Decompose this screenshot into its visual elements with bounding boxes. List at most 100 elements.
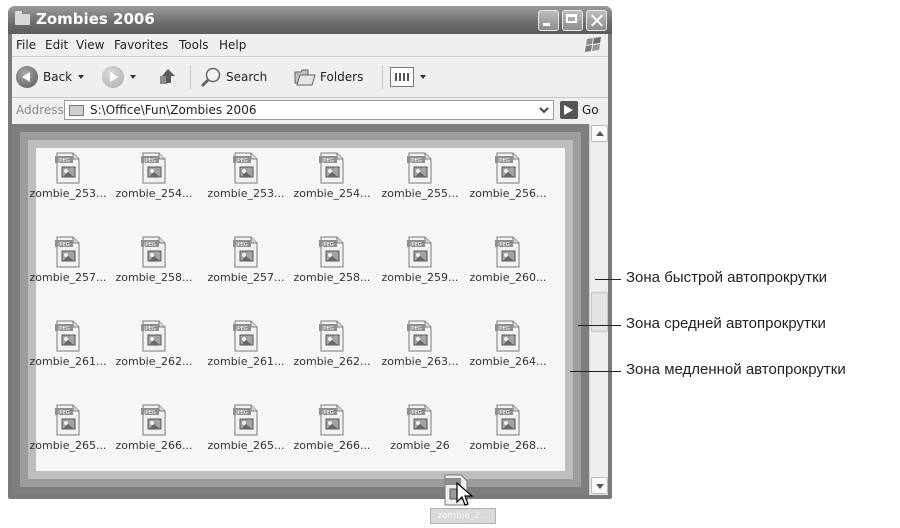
scroll-up-button[interactable] [591,125,608,142]
jpeg-file-icon: JPEG [495,152,520,184]
back-button[interactable]: Back [16,64,85,90]
autoscroll-zone-fast[interactable]: JPEG zombie_253... JPEG zombie_254... JPEG zo… [12,124,589,495]
file-name: zombie_254... [293,187,371,200]
jpeg-file-icon: JPEG [407,152,432,184]
maximize-button[interactable] [562,10,583,31]
svg-text:JPEG: JPEG [143,410,156,416]
file-item[interactable]: JPEG zombie_262... [108,320,200,374]
file-item[interactable]: JPEG zombie_268... [462,404,554,458]
file-item[interactable]: JPEG zombie_265... [22,404,114,458]
file-item[interactable]: JPEG zombie_257... [22,236,114,290]
file-item[interactable]: JPEG zombie_266... [108,404,200,458]
menu-edit[interactable]: Edit [45,38,68,52]
menu-file[interactable]: File [16,38,36,52]
file-item[interactable]: JPEG zombie_264... [462,320,554,374]
jpeg-file-icon: JPEG [55,236,80,268]
file-item[interactable]: JPEG zombie_266... [286,404,378,458]
file-item[interactable]: JPEG zombie_253... [22,152,114,206]
folders-label: Folders [320,70,364,84]
file-item[interactable]: JPEG zombie_254... [108,152,200,206]
go-arrow-icon[interactable] [560,101,578,119]
callout-medium-zone: Зона средней автопрокрутки [626,315,826,332]
jpeg-file-icon: JPEG [233,404,258,436]
svg-text:JPEG: JPEG [497,242,510,248]
file-item[interactable]: JPEG zombie_255... [374,152,466,206]
file-name: zombie_261... [207,355,285,368]
svg-text:JPEG: JPEG [143,326,156,332]
window-title: Zombies 2006 [36,10,155,28]
file-name: zombie_26 [390,439,450,452]
folders-icon [294,69,316,86]
callout-line-fast [595,279,621,280]
search-button[interactable]: Search [200,64,267,90]
file-name: zombie_261... [29,355,107,368]
menu-favorites[interactable]: Favorites [114,38,168,52]
close-button[interactable] [586,10,607,31]
svg-text:JPEG: JPEG [235,158,248,164]
views-button[interactable] [390,64,426,90]
jpeg-file-icon: JPEG [233,320,258,352]
file-name: zombie_255... [381,187,459,200]
forward-button[interactable] [102,64,136,90]
jpeg-file-icon: JPEG [319,152,344,184]
folder-icon [69,105,84,116]
menu-view[interactable]: View [76,38,104,52]
file-item[interactable]: JPEG zombie_261... [22,320,114,374]
file-name: zombie_257... [29,271,107,284]
file-item[interactable]: JPEG zombie_259... [374,236,466,290]
file-item[interactable]: JPEG zombie_263... [374,320,466,374]
go-button[interactable]: Go [582,103,599,117]
scroll-thumb[interactable] [591,292,608,332]
file-item[interactable]: JPEG zombie_262... [286,320,378,374]
chevron-down-icon[interactable] [537,103,551,117]
jpeg-file-icon: JPEG [55,404,80,436]
file-name: zombie_262... [115,355,193,368]
jpeg-file-icon: JPEG [495,236,520,268]
menu-help[interactable]: Help [219,38,246,52]
file-item[interactable]: JPEG zombie_260... [462,236,554,290]
address-input[interactable]: S:\Office\Fun\Zombies 2006 [64,100,554,120]
callout-slow-zone: Зона медленной автопрокрутки [626,361,846,378]
file-name: zombie_260... [469,271,547,284]
jpeg-file-icon: JPEG [407,236,432,268]
file-name: zombie_262... [293,355,371,368]
file-name: zombie_266... [293,439,371,452]
search-icon [200,67,221,88]
minimize-button[interactable] [538,10,559,31]
svg-text:JPEG: JPEG [321,242,334,248]
file-icon-view[interactable]: JPEG zombie_253... JPEG zombie_254... JPEG zo… [29,148,565,471]
window-body: File Edit View Favorites Tools Help Back [12,34,608,495]
file-name: zombie_257... [207,271,285,284]
svg-text:JPEG: JPEG [409,410,422,416]
menu-tools[interactable]: Tools [179,38,209,52]
explorer-window: Zombies 2006 File Edit View Favorites To… [8,6,612,499]
file-name: zombie_253... [207,187,285,200]
jpeg-file-icon: JPEG [233,236,258,268]
file-item[interactable]: JPEG zombie_256... [462,152,554,206]
file-item[interactable]: JPEG zombie_254... [286,152,378,206]
views-icon [390,67,414,87]
file-item[interactable]: JPEG zombie_258... [108,236,200,290]
scroll-down-button[interactable] [591,477,608,494]
file-item[interactable]: JPEG zombie_258... [286,236,378,290]
vertical-scrollbar[interactable] [589,124,608,495]
svg-text:JPEG: JPEG [235,410,248,416]
svg-text:JPEG: JPEG [409,158,422,164]
file-item[interactable]: JPEG zombie_257... [200,236,292,290]
jpeg-file-icon: JPEG [141,236,166,268]
dragged-file-label: zombie_2... [430,508,496,524]
file-item[interactable]: JPEG zombie_265... [200,404,292,458]
svg-text:JPEG: JPEG [497,158,510,164]
title-bar[interactable]: Zombies 2006 [8,6,612,34]
file-name: zombie_258... [115,271,193,284]
file-item[interactable]: JPEG zombie_261... [200,320,292,374]
folders-button[interactable]: Folders [294,64,363,90]
callout-line-slow [570,371,621,372]
up-folder-button[interactable] [158,64,178,90]
jpeg-file-icon: JPEG [495,320,520,352]
svg-text:JPEG: JPEG [57,158,70,164]
file-name: zombie_265... [29,439,107,452]
file-item[interactable]: JPEG zombie_26 [374,404,466,458]
file-item[interactable]: JPEG zombie_253... [200,152,292,206]
chevron-down-icon [130,75,136,79]
